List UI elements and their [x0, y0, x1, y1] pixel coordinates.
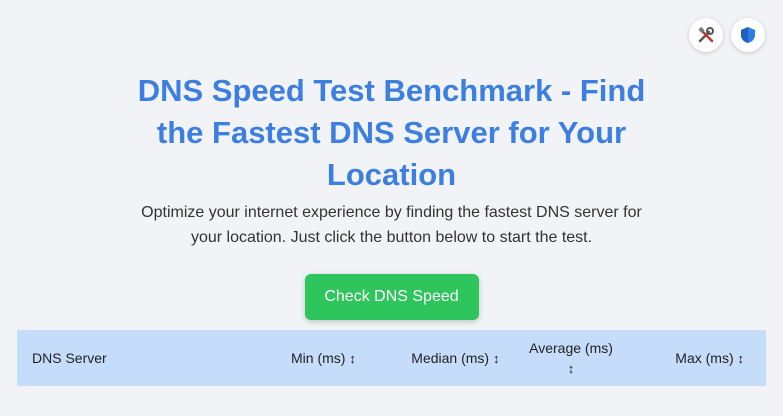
column-label-average: Average (ms) [529, 339, 613, 356]
results-table: DNS Server Min (ms) ↕ Median (ms) ↕ Aver… [17, 330, 766, 386]
column-header-max[interactable]: Max (ms) ↕ [633, 330, 766, 386]
tools-icon [698, 27, 714, 43]
tools-button[interactable] [689, 18, 723, 52]
page-subtitle: Optimize your internet experience by fin… [141, 204, 642, 246]
sort-icon: ↕ [492, 351, 500, 366]
hero-section: DNS Speed Test Benchmark - Find the Fast… [0, 70, 783, 320]
table-header-row: DNS Server Min (ms) ↕ Median (ms) ↕ Aver… [17, 330, 766, 386]
sort-icon: ↕ [349, 351, 356, 366]
page: DNS Speed Test Benchmark - Find the Fast… [0, 0, 783, 416]
shield-button[interactable] [731, 18, 765, 52]
column-header-dns-server[interactable]: DNS Server [17, 330, 222, 386]
sort-icon: ↕ [737, 351, 745, 366]
shield-icon [741, 27, 755, 43]
column-label-max: Max (ms) [675, 350, 734, 366]
top-right-toolbar [689, 18, 765, 52]
column-header-average[interactable]: Average (ms) ↕ [509, 330, 632, 386]
column-label-min: Min (ms) [291, 350, 346, 366]
check-dns-speed-button[interactable]: Check DNS Speed [304, 274, 479, 320]
page-title: DNS Speed Test Benchmark - Find the Fast… [137, 73, 646, 192]
column-label-median: Median (ms) [411, 350, 490, 366]
column-header-min[interactable]: Min (ms) ↕ [222, 330, 366, 386]
sort-icon: ↕ [567, 360, 575, 376]
column-header-median[interactable]: Median (ms) ↕ [366, 330, 510, 386]
